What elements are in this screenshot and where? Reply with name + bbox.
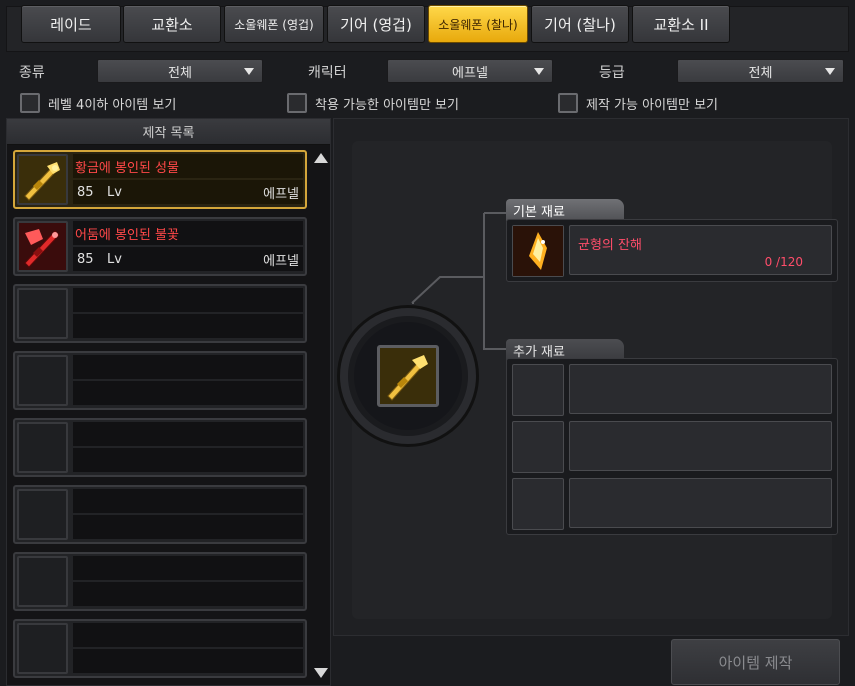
empty-name-line [73,489,303,513]
item-info: 85 Lv 에프넬 [73,247,303,271]
character-select-value: 에프넬 [452,65,488,81]
item-level: 85 [77,251,94,267]
list-item-empty[interactable] [13,552,307,611]
item-level-unit: Lv [107,184,122,200]
tab-gear-eternal[interactable]: 기어 (영겁) [327,5,425,43]
empty-info-line [73,448,303,472]
material-count: 0 /120 [764,255,803,269]
empty-material-slot[interactable] [512,421,564,473]
item-level: 85 [77,184,94,200]
scroll-down-icon[interactable] [314,668,328,678]
character-filter-label: 캐릭터 [308,65,347,81]
item-name: 어둠에 봉인된 불꽃 [73,221,303,245]
wearable-checkbox-label: 착용 가능한 아이템만 보기 [315,97,459,113]
crimson-weapon-icon [17,221,68,272]
item-level-unit: Lv [107,251,122,267]
checkbox-box[interactable] [20,93,40,113]
empty-thumb [17,556,68,607]
empty-info-line [73,649,303,673]
type-filter-label: 종류 [19,65,45,81]
connector-lines [411,212,506,350]
tab-soulweapon-eternal[interactable]: 소울웨폰 (영겁) [224,5,324,43]
dropdown-arrow-icon [534,68,544,75]
empty-thumb [17,489,68,540]
craftable-checkbox[interactable]: 제작 가능 아이템만 보기 [558,93,718,113]
item-character: 에프넬 [263,253,299,269]
empty-info-line [73,381,303,405]
tab-soulweapon-moment[interactable]: 소울웨폰 (찰나) [428,5,528,43]
empty-material-slot[interactable] [512,478,564,530]
grade-filter-label: 등급 [599,65,625,81]
grade-select-value: 전체 [748,65,773,81]
empty-info-line [73,582,303,606]
list-item-selected[interactable]: 황금에 봉인된 성물 85 Lv 에프넬 [13,150,307,209]
level-checkbox-label: 레벨 4이하 아이템 보기 [48,97,177,113]
character-select[interactable]: 에프넬 [387,59,553,83]
empty-thumb [17,623,68,674]
tab-exchange[interactable]: 교환소 [123,5,221,43]
checkbox-box[interactable] [558,93,578,113]
grade-select[interactable]: 전체 [677,59,844,83]
empty-name-line [73,355,303,379]
item-name: 황금에 봉인된 성물 [73,154,303,178]
scroll-up-icon[interactable] [314,153,328,163]
craft-item-button[interactable]: 아이템 제작 [671,639,840,685]
checkbox-box[interactable] [287,93,307,113]
empty-info-line [73,314,303,338]
empty-material-body [569,421,832,471]
empty-thumb [17,288,68,339]
empty-name-line [73,288,303,312]
tab-raid[interactable]: 레이드 [21,5,121,43]
base-material-panel: 균형의 잔해 0 /120 [506,219,838,282]
craft-list-panel: 제작 목록 황금에 봉인된 성물 85 Lv 에프넬 어둠에 봉인된 불꽃 85… [6,118,331,686]
empty-material-body [569,478,832,528]
item-info: 85 Lv 에프넬 [73,180,303,204]
base-material-slot: 균형의 잔해 0 /120 [569,225,832,275]
wearable-checkbox[interactable]: 착용 가능한 아이템만 보기 [287,93,459,113]
list-item-empty[interactable] [13,418,307,477]
material-name: 균형의 잔해 [578,238,642,253]
empty-name-line [73,623,303,647]
list-item[interactable]: 어둠에 봉인된 불꽃 85 Lv 에프넬 [13,217,307,276]
tab-exchange-2[interactable]: 교환소 II [632,5,730,43]
empty-material-body [569,364,832,414]
empty-thumb [17,422,68,473]
fire-crystal-icon[interactable] [512,225,564,277]
empty-material-slot[interactable] [512,364,564,416]
type-select-value: 전체 [168,65,192,81]
tab-gear-moment[interactable]: 기어 (찰나) [531,5,629,43]
empty-info-line [73,515,303,539]
golden-weapon-icon [17,154,68,205]
empty-name-line [73,556,303,580]
craftable-checkbox-label: 제작 가능 아이템만 보기 [586,97,718,113]
list-item-empty[interactable] [13,284,307,343]
dropdown-arrow-icon [825,68,835,75]
list-item-empty[interactable] [13,485,307,544]
list-item-empty[interactable] [13,351,307,410]
dropdown-arrow-icon [244,68,254,75]
item-character: 에프넬 [263,186,299,202]
level-checkbox[interactable]: 레벨 4이하 아이템 보기 [20,93,176,113]
extra-material-panel [506,358,838,535]
empty-thumb [17,355,68,406]
type-select[interactable]: 전체 [97,59,263,83]
craft-list-header: 제작 목록 [7,119,330,145]
list-item-empty[interactable] [13,619,307,678]
base-material-tab: 기본 재료 [506,199,624,221]
empty-name-line [73,422,303,446]
